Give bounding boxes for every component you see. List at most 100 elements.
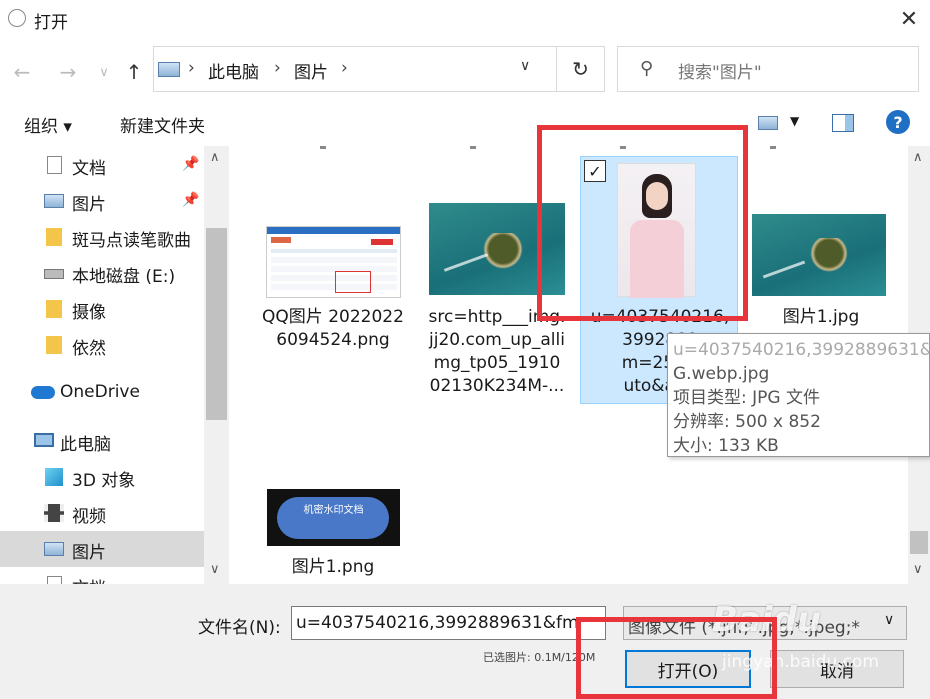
- sidebar-item-3d-objects[interactable]: 3D 对象: [0, 459, 204, 495]
- sidebar-item-label: 文档: [72, 574, 106, 584]
- arrow-right-icon: →: [59, 60, 77, 84]
- recent-locations-button[interactable]: ∨: [92, 60, 116, 84]
- sidebar-item-drive-e[interactable]: 本地磁盘 (E:): [0, 255, 204, 291]
- close-button[interactable]: ✕: [896, 6, 922, 32]
- sidebar-item-label: OneDrive: [60, 382, 140, 402]
- sidebar-item-this-pc[interactable]: 此电脑: [0, 423, 204, 459]
- breadcrumb-separator: ›: [274, 58, 281, 78]
- drive-icon: [44, 269, 64, 279]
- caret-down-icon: ▼: [790, 114, 800, 128]
- view-icon[interactable]: [758, 116, 778, 130]
- checkbox[interactable]: ✓: [584, 160, 606, 182]
- scroll-down-icon[interactable]: ∨: [913, 562, 923, 577]
- sidebar-item-label: 图片: [72, 195, 106, 215]
- chevron-down-icon[interactable]: ∨: [884, 612, 894, 628]
- close-icon: ✕: [899, 6, 919, 32]
- file-thumbnail-cloud[interactable]: 机密水印文档: [267, 489, 400, 546]
- sidebar-item-label: 依然: [72, 339, 106, 359]
- sidebar-item-pictures-selected[interactable]: 图片: [0, 531, 204, 567]
- search-box[interactable]: [617, 46, 919, 92]
- organize-button[interactable]: 组织 ▾: [24, 112, 72, 137]
- file-thumbnail-portrait[interactable]: [617, 163, 696, 298]
- file-thumbnail-island[interactable]: [429, 203, 565, 295]
- arrow-left-icon: ←: [13, 60, 31, 84]
- tooltip-resolution: 分辨率: 500 x 852: [673, 412, 821, 432]
- address-dropdown[interactable]: ∨: [520, 58, 530, 74]
- folder-icon: [46, 336, 62, 354]
- sidebar-item-documents-2[interactable]: 文档: [0, 567, 204, 584]
- folder-icon: [46, 228, 62, 246]
- sidebar-item-folder-camera[interactable]: 摄像: [0, 291, 204, 327]
- sidebar-item-label: 本地磁盘 (E:): [72, 267, 176, 287]
- title-bar: [0, 0, 930, 38]
- sidebar-item-label: 此电脑: [60, 435, 111, 455]
- file-list-scroll-thumb[interactable]: [910, 531, 928, 554]
- clipped-row-edge: [230, 146, 908, 149]
- sidebar-item-onedrive[interactable]: OneDrive: [0, 375, 204, 411]
- baidu-watermark-logo: Baidu: [712, 600, 822, 640]
- breadcrumb-separator: ›: [341, 58, 348, 78]
- new-folder-button[interactable]: 新建文件夹: [120, 112, 205, 137]
- sidebar-item-videos[interactable]: 视频: [0, 495, 204, 531]
- tooltip-name-line1: u=4037540216,3992889631&: [673, 340, 930, 360]
- help-button[interactable]: ?: [886, 110, 910, 134]
- help-icon: ?: [893, 112, 903, 132]
- cloud-icon: [31, 386, 55, 399]
- forward-button[interactable]: →: [56, 60, 80, 84]
- back-button[interactable]: ←: [10, 60, 34, 84]
- arrow-up-icon: ↑: [125, 60, 143, 84]
- up-button[interactable]: ↑: [122, 60, 146, 84]
- sidebar-item-label: 摄像: [72, 303, 106, 323]
- sidebar-item-label: 文档: [72, 159, 106, 179]
- search-icon: ⚲: [640, 58, 654, 79]
- app-icon: [8, 9, 26, 27]
- file-name[interactable]: 图片1.png: [258, 556, 408, 579]
- tooltip-type: 项目类型: JPG 文件: [673, 388, 820, 408]
- video-icon: [44, 504, 64, 522]
- sidebar-item-label: 视频: [72, 507, 106, 527]
- computer-icon: [34, 433, 54, 447]
- document-icon: [47, 576, 62, 584]
- refresh-icon: ↻: [572, 57, 589, 81]
- file-thumbnail-island-2[interactable]: [752, 214, 886, 296]
- sidebar-item-documents[interactable]: 文档 📌: [0, 147, 204, 183]
- sidebar-item-label: 图片: [72, 543, 106, 563]
- sidebar-item-folder-yiran[interactable]: 依然: [0, 327, 204, 363]
- cloud-text: 机密水印文档: [303, 505, 364, 516]
- file-info-tooltip: u=4037540216,3992889631& G.webp.jpg 项目类型…: [667, 333, 930, 457]
- sidebar-item-label: 3D 对象: [72, 471, 136, 491]
- pictures-icon: [44, 194, 64, 208]
- file-name[interactable]: src=http___img. jj20.com_up_alli mg_tp05…: [422, 306, 572, 398]
- breadcrumb-pictures[interactable]: 图片: [294, 58, 328, 83]
- preview-pane-button[interactable]: [832, 114, 854, 132]
- pin-icon: 📌: [182, 156, 200, 172]
- check-icon: ✓: [588, 161, 602, 181]
- sidebar-scroll-thumb[interactable]: [206, 228, 227, 420]
- sidebar-item-folder-zebra[interactable]: 斑马点读笔歌曲: [0, 219, 204, 255]
- navigation-pane: 文档 📌 图片 📌 斑马点读笔歌曲 本地磁盘 (E:) 摄像 依然 OneDri…: [0, 146, 229, 584]
- tooltip-size: 大小: 133 KB: [673, 436, 779, 456]
- filename-label: 文件名(N):: [198, 618, 281, 638]
- file-name[interactable]: 图片1.jpg: [746, 306, 896, 329]
- refresh-button[interactable]: ↻: [556, 46, 605, 92]
- sidebar-item-pictures[interactable]: 图片 📌: [0, 183, 204, 219]
- scroll-down-icon[interactable]: ∨: [210, 562, 220, 577]
- window-title: 打开: [34, 13, 68, 33]
- breadcrumb-this-pc[interactable]: 此电脑: [208, 58, 259, 83]
- view-dropdown[interactable]: ▼: [790, 114, 799, 128]
- pictures-icon: [44, 542, 64, 556]
- scroll-up-icon[interactable]: ∧: [913, 150, 923, 165]
- cube-icon: [45, 468, 63, 486]
- baidu-watermark-site: jingyan.baidu.com: [722, 652, 879, 672]
- chevron-down-icon: ∨: [520, 58, 531, 74]
- breadcrumb-separator: ›: [188, 58, 195, 78]
- file-thumbnail-qq[interactable]: [266, 226, 401, 298]
- tooltip-name-line2: G.webp.jpg: [673, 364, 770, 384]
- file-name[interactable]: QQ图片 20220226094524.png: [258, 306, 408, 352]
- scroll-up-icon[interactable]: ∧: [210, 150, 220, 165]
- selection-info: 已选图片: 0.1M/120M: [483, 651, 596, 664]
- search-placeholder[interactable]: 搜索"图片": [678, 58, 762, 83]
- pin-icon: 📌: [182, 192, 200, 208]
- chevron-down-icon: ∨: [99, 64, 109, 80]
- filename-input[interactable]: u=4037540216,3992889631&fm: [291, 606, 606, 640]
